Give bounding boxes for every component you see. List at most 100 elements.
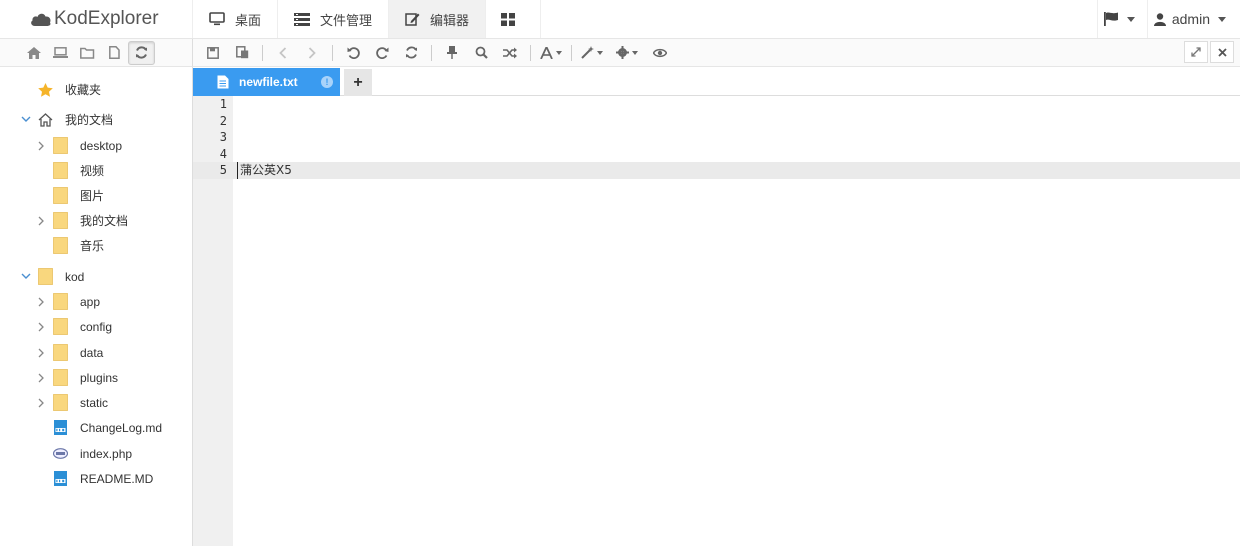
app-logo[interactable]: KodExplorer <box>0 0 193 38</box>
tree-item[interactable]: kod <box>19 264 84 289</box>
reload-button[interactable] <box>399 41 423 65</box>
md-file-icon <box>48 471 72 486</box>
tree-item[interactable]: 我的文档 <box>19 107 113 132</box>
file-tree: 收藏夹 我的文档 desktop 视频 图片 我的文档 音乐 kod app config data… <box>0 67 193 546</box>
tree-item-label: ChangeLog.md <box>80 420 163 435</box>
chevron-down-icon[interactable] <box>21 116 31 123</box>
toolbar-divider <box>431 44 432 61</box>
tree-item[interactable]: data <box>34 340 103 365</box>
user-icon <box>1153 12 1166 26</box>
tab-newfile[interactable]: newfile.txt ! <box>193 68 340 96</box>
chevron-right-icon[interactable] <box>38 297 45 307</box>
font-menu-button[interactable] <box>539 41 563 65</box>
tree-expander[interactable] <box>34 348 48 358</box>
chevron-down-icon <box>1218 16 1226 22</box>
preview-button[interactable] <box>648 41 672 65</box>
search-icon <box>475 46 488 59</box>
tree-expander[interactable] <box>19 116 33 123</box>
tree-item-label: 收藏夹 <box>65 83 102 97</box>
tab-file-manager[interactable]: 文件管理 <box>278 0 390 38</box>
tab-desktop[interactable]: 桌面 <box>193 0 279 38</box>
new-file-button[interactable] <box>101 41 128 65</box>
pin-button[interactable] <box>440 41 464 65</box>
tree-expander[interactable] <box>34 322 48 332</box>
new-folder-button[interactable] <box>74 41 101 65</box>
undo-button[interactable] <box>341 41 365 65</box>
cloud-icon <box>31 13 51 26</box>
settings-menu-button[interactable] <box>615 41 639 65</box>
expand-icon <box>1191 47 1201 57</box>
tree-item-label: kod <box>65 269 85 284</box>
tree-item[interactable]: ChangeLog.md <box>34 415 162 440</box>
tab-editor[interactable]: 编辑器 <box>389 0 487 38</box>
editor-toolbar <box>193 39 1240 67</box>
close-editor-button[interactable] <box>1210 41 1234 63</box>
tree-item[interactable]: config <box>34 314 112 339</box>
code-line-5[interactable]: 蒲公英X5 <box>237 162 292 179</box>
theme-menu-button[interactable] <box>580 41 604 65</box>
line-number: 4 <box>219 146 227 161</box>
tree-item[interactable]: 音乐 <box>34 233 104 258</box>
tree-item[interactable]: app <box>34 289 100 314</box>
tree-item[interactable]: 图片 <box>34 183 104 208</box>
tree-expander[interactable] <box>34 373 48 383</box>
tree-item[interactable]: 我的文档 <box>34 208 128 233</box>
monitor-icon <box>209 12 225 26</box>
active-line-highlight <box>193 162 1240 179</box>
home-button[interactable] <box>20 41 47 65</box>
computer-button[interactable] <box>47 41 74 65</box>
tree-item-label: README.MD <box>80 471 154 486</box>
chevron-down-icon[interactable] <box>21 273 31 280</box>
top-nav-bar: KodExplorer 桌面 文件管理 编辑器 admin <box>0 0 1240 39</box>
tree-expander[interactable] <box>34 141 48 151</box>
tree-item[interactable]: static <box>34 390 108 415</box>
refresh-tree-button[interactable] <box>128 40 155 65</box>
redo-button[interactable] <box>370 41 394 65</box>
file-icon <box>217 75 229 89</box>
folder-open-icon <box>80 47 95 59</box>
file-icon <box>109 46 120 59</box>
flag-icon <box>1103 12 1118 26</box>
tree-item[interactable]: desktop <box>34 133 122 158</box>
save-all-button[interactable] <box>230 41 254 65</box>
shuffle-button[interactable] <box>498 41 522 65</box>
undo-icon <box>347 47 360 59</box>
next-button[interactable] <box>300 41 324 65</box>
unsaved-badge: ! <box>321 76 333 88</box>
tree-item-label: 音乐 <box>80 239 105 253</box>
previous-button[interactable] <box>271 41 295 65</box>
chevron-right-icon[interactable] <box>38 216 45 226</box>
chevron-right-icon[interactable] <box>38 322 45 332</box>
language-menu[interactable] <box>1096 0 1147 38</box>
chevron-right-icon[interactable] <box>38 141 45 151</box>
tab-apps[interactable] <box>486 0 542 38</box>
line-number: 2 <box>219 113 227 128</box>
add-tab-button[interactable]: + <box>344 69 372 96</box>
editor-tab-bar: newfile.txt ! + <box>193 67 1240 96</box>
fullscreen-button[interactable] <box>1184 41 1208 63</box>
tree-expander[interactable] <box>34 398 48 408</box>
tree-item[interactable]: plugins <box>34 365 118 390</box>
tree-expander[interactable] <box>34 216 48 226</box>
tree-item-label: index.php <box>80 446 133 461</box>
chevron-right-icon[interactable] <box>38 398 45 408</box>
chevron-down-icon <box>1126 16 1135 22</box>
tree-expander[interactable] <box>19 273 33 280</box>
tree-expander[interactable] <box>34 297 48 307</box>
tree-item-label: 图片 <box>80 189 105 203</box>
tree-item[interactable]: 视频 <box>34 158 104 183</box>
chevron-right-icon[interactable] <box>38 348 45 358</box>
edit-icon <box>405 13 420 26</box>
folder-icon <box>48 293 72 310</box>
folder-icon <box>48 344 72 361</box>
search-button[interactable] <box>469 41 493 65</box>
tree-item-label: 我的文档 <box>65 113 114 127</box>
tree-item[interactable]: index.php <box>34 441 132 466</box>
user-menu[interactable]: admin <box>1146 0 1240 38</box>
save-button[interactable] <box>201 41 225 65</box>
chevron-right-icon[interactable] <box>38 373 45 383</box>
tree-item[interactable]: README.MD <box>34 466 153 491</box>
user-name: admin <box>1171 11 1210 27</box>
gear-icon <box>616 46 629 59</box>
tree-item[interactable]: 收藏夹 <box>19 77 101 102</box>
